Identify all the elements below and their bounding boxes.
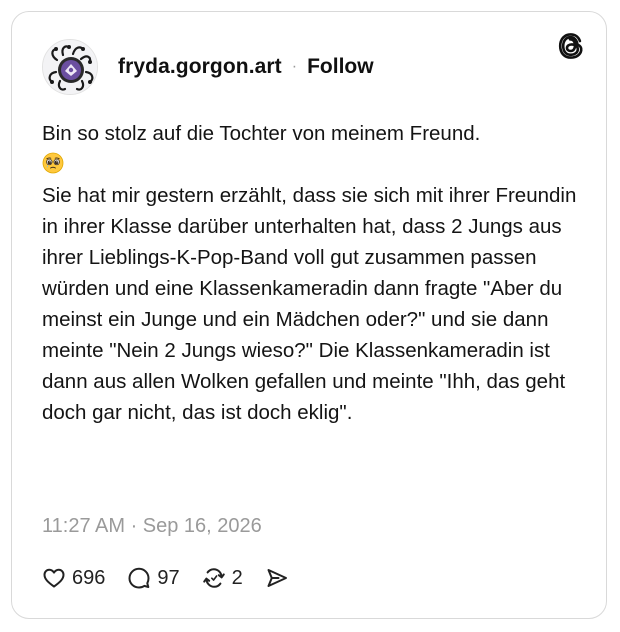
separator-dot: · [291, 58, 298, 75]
comment-bubble-icon [128, 567, 150, 589]
post-text-line-1: Bin so stolz auf die Tochter von meinem … [42, 122, 481, 145]
repost-button[interactable]: 2 [202, 566, 243, 590]
post-emoji-line: 🥹 [42, 149, 582, 180]
threads-logo-icon[interactable] [558, 32, 584, 60]
repost-count: 2 [231, 566, 243, 589]
avatar[interactable] [42, 39, 98, 95]
pleading-face-icon [42, 152, 64, 174]
reply-count: 97 [157, 566, 180, 589]
post-timestamp[interactable]: 11:27 AM · Sep 16, 2026 [42, 515, 262, 538]
action-bar: 696 97 2 [42, 564, 311, 592]
reply-button[interactable]: 97 [127, 566, 180, 590]
heart-icon [43, 568, 65, 588]
post-text-body: Sie hat mir gestern erzählt, dass sie si… [42, 184, 583, 424]
like-button[interactable]: 696 [42, 566, 105, 590]
post-card: fryda.gorgon.art · Follow Bin so stolz a… [11, 11, 607, 619]
follow-button[interactable]: Follow [307, 55, 374, 79]
username-link[interactable]: fryda.gorgon.art [118, 55, 282, 79]
post-text: Bin so stolz auf die Tochter von meinem … [42, 118, 582, 428]
share-button[interactable] [265, 566, 289, 590]
post-header: fryda.gorgon.art · Follow [42, 39, 374, 95]
avatar-artwork [43, 40, 97, 94]
repost-arrows-icon [202, 568, 225, 588]
send-icon [267, 569, 287, 587]
like-count: 696 [72, 566, 106, 589]
